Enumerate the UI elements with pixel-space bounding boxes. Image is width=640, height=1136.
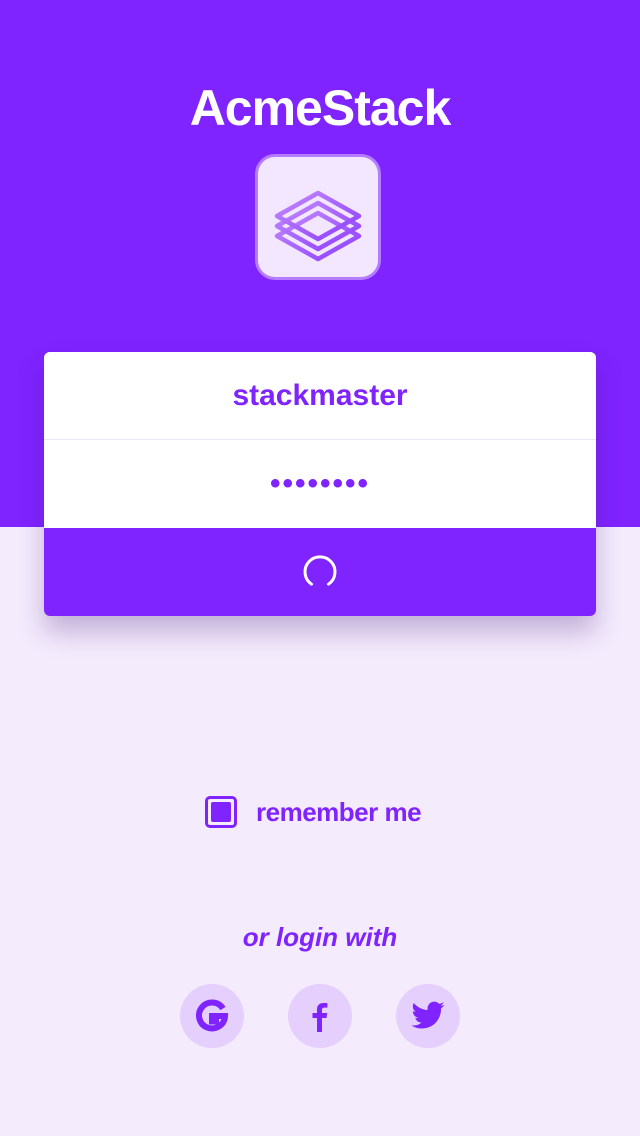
login-card bbox=[44, 352, 596, 616]
username-input[interactable] bbox=[44, 352, 596, 440]
stack-layers-icon bbox=[274, 190, 362, 262]
password-field-container bbox=[44, 440, 596, 528]
checkbox-checked-fill bbox=[211, 802, 231, 822]
google-icon bbox=[196, 999, 229, 1032]
remember-me-label: remember me bbox=[256, 796, 422, 827]
remember-me-toggle[interactable]: remember me bbox=[205, 794, 422, 830]
spinner-icon bbox=[303, 555, 337, 586]
facebook-login-button[interactable] bbox=[288, 984, 352, 1048]
twitter-icon bbox=[411, 1001, 445, 1029]
app-logo bbox=[255, 154, 381, 280]
password-input[interactable] bbox=[44, 440, 596, 528]
facebook-icon bbox=[312, 1003, 328, 1032]
remember-me-checkbox[interactable] bbox=[205, 796, 237, 828]
username-field-container bbox=[44, 352, 596, 440]
app-title: AcmeStack bbox=[189, 80, 452, 136]
twitter-login-button[interactable] bbox=[396, 984, 460, 1048]
alt-login-heading: or login with bbox=[242, 922, 398, 952]
google-login-button[interactable] bbox=[180, 984, 244, 1048]
login-submit-button[interactable] bbox=[44, 528, 596, 616]
